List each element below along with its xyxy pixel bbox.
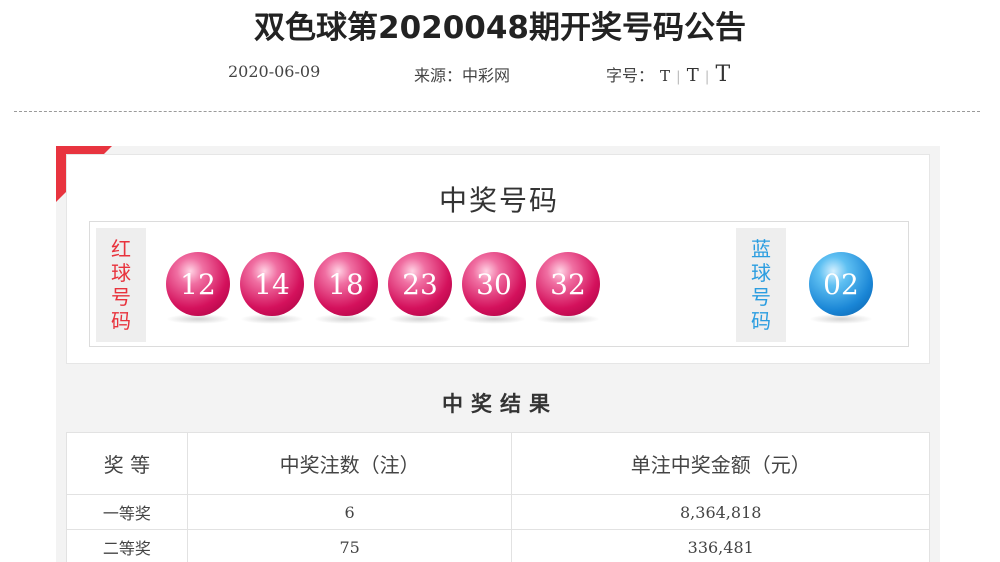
winning-numbers-heading: 中奖号码 (438, 184, 559, 217)
dashed-divider (14, 111, 980, 112)
blue-ball-label-char: 球 (751, 261, 771, 285)
red-ball: 12 (166, 252, 230, 316)
prize-tier: 一等奖 (66, 494, 188, 530)
blue-ball: 02 (809, 252, 873, 316)
red-ball-label-char: 码 (111, 309, 131, 333)
red-ball: 14 (240, 252, 304, 316)
source-label: 来源：中彩网 (414, 66, 511, 85)
balls-row: 红 球 号 码 12 14 18 23 30 32 蓝 球 号 码 02 (89, 221, 909, 347)
red-ball-label-char: 红 (111, 237, 131, 261)
red-ball-label-char: 号 (111, 285, 131, 309)
winner-count: 6 (186, 494, 513, 530)
font-size-label: 字号： (606, 66, 655, 85)
blue-ball-label: 蓝 球 号 码 (736, 228, 786, 342)
blue-ball-label-char: 号 (751, 285, 771, 309)
table-header-row: 奖 等 中奖注数（注） 单注中奖金额（元） (66, 432, 930, 495)
column-header-count: 中奖注数（注） (186, 432, 513, 495)
prize-amount: 336,481 (511, 529, 930, 562)
red-ball: 30 (462, 252, 526, 316)
table-row: 一等奖 6 8,364,818 (66, 494, 930, 530)
red-ball-label-char: 球 (111, 261, 131, 285)
publish-date: 2020-06-09 (228, 62, 321, 81)
winning-numbers-card: 中奖号码 红 球 号 码 12 14 18 23 30 32 蓝 球 号 码 0… (66, 154, 930, 364)
column-header-tier: 奖 等 (66, 432, 188, 495)
font-size-separator: | (676, 69, 681, 85)
column-header-amount: 单注中奖金额（元） (511, 432, 930, 495)
page-title: 双色球第2020048期开奖号码公告 (254, 10, 746, 46)
corner-ribbon-inset (70, 158, 114, 202)
results-table: 奖 等 中奖注数（注） 单注中奖金额（元） 一等奖 6 8,364,818 二等… (66, 432, 930, 562)
blue-ball-label-char: 码 (751, 309, 771, 333)
results-heading: 中奖结果 (442, 391, 558, 416)
red-ball: 18 (314, 252, 378, 316)
red-ball: 23 (388, 252, 452, 316)
winner-count: 75 (186, 529, 513, 562)
font-size-large-button[interactable]: T (715, 62, 730, 87)
prize-amount: 8,364,818 (511, 494, 930, 530)
table-row: 二等奖 75 336,481 (66, 529, 930, 562)
red-ball-label: 红 球 号 码 (96, 228, 146, 342)
red-ball: 32 (536, 252, 600, 316)
font-size-small-button[interactable]: T (660, 67, 670, 85)
prize-tier: 二等奖 (66, 529, 188, 562)
blue-ball-label-char: 蓝 (751, 237, 771, 261)
font-size-medium-button[interactable]: T (687, 65, 699, 86)
font-size-switcher: 字号： T | T | T (606, 62, 736, 87)
font-size-separator: | (704, 69, 710, 85)
